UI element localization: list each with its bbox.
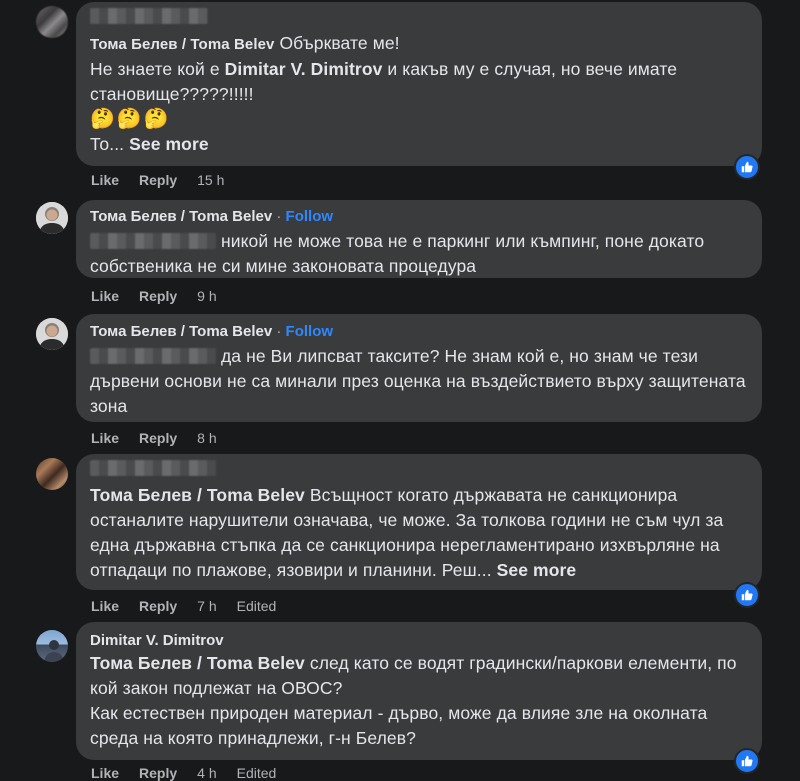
like-link[interactable]: Like (91, 288, 119, 304)
like-reaction-badge[interactable] (734, 582, 760, 608)
comment-author[interactable]: Тома Белев / Toma Belev (90, 208, 272, 225)
avatar[interactable] (36, 318, 68, 350)
follow-button[interactable]: Follow (286, 323, 334, 340)
comment-bubble: Dimitar V. Dimitrov Тома Белев / Toma Be… (76, 622, 762, 760)
person-avatar-icon (36, 318, 68, 350)
mention[interactable]: Тома Белев / Toma Belev (90, 653, 305, 673)
comment-text: Тома Белев / Toma Belev Обърквате ме! Не… (90, 33, 678, 154)
comment-actions: Like Reply 8 h (91, 430, 237, 446)
see-more-link[interactable]: See more (497, 560, 577, 580)
timestamp[interactable]: 9 h (197, 288, 216, 304)
comment-header: Тома Белев / Toma Belev · Follow (90, 323, 334, 340)
like-link[interactable]: Like (91, 430, 119, 446)
reply-link[interactable]: Reply (139, 172, 177, 188)
mention[interactable]: Dimitar V. Dimitrov (225, 59, 383, 79)
person-avatar-icon (44, 640, 64, 662)
comment-bubble: Тома Белев / Toma Belev · Follow никой н… (76, 200, 762, 278)
reply-link[interactable]: Reply (139, 430, 177, 446)
comment-author[interactable]: Dimitar V. Dimitrov (90, 631, 748, 651)
timestamp[interactable]: 7 h (197, 598, 216, 614)
comment-bubble: Тома Белев / Toma Belev Обърквате ме! Не… (76, 2, 762, 166)
comment-text: никой не може това не е паркинг или къмп… (90, 231, 705, 276)
comment-bubble: Тома Белев / Toma Belev Всъщност когато … (76, 454, 762, 590)
blurred-name (90, 8, 748, 27)
thumbs-up-icon (741, 589, 753, 601)
avatar[interactable] (36, 6, 68, 38)
like-link[interactable]: Like (91, 598, 119, 614)
blurred-name (90, 460, 748, 479)
avatar[interactable] (36, 630, 68, 662)
comment-text: Тома Белев / Toma Belev Всъщност когато … (90, 485, 724, 580)
comment-author[interactable]: Тома Белев / Toma Belev (90, 36, 275, 53)
blurred-name (90, 233, 216, 249)
comment-text: да не Ви липсват таксите? Не знам кой е,… (90, 346, 746, 416)
like-reaction-badge[interactable] (734, 748, 760, 774)
like-link[interactable]: Like (91, 765, 119, 781)
see-more-link[interactable]: See more (129, 134, 209, 154)
thinking-emoji: 🤔🤔🤔 (90, 108, 171, 130)
edited-label: Edited (236, 765, 277, 781)
reply-link[interactable]: Reply (139, 765, 177, 781)
mention[interactable]: Тома Белев / Toma Belev (90, 485, 305, 505)
comment-actions: Like Reply 4 h Edited (91, 765, 296, 781)
avatar[interactable] (36, 202, 68, 234)
comment-actions: Like Reply 7 h Edited (91, 598, 296, 614)
comment-author[interactable]: Тома Белев / Toma Belev (90, 323, 272, 340)
timestamp[interactable]: 4 h (197, 765, 216, 781)
edited-label: Edited (236, 598, 277, 614)
comment-bubble: Тома Белев / Toma Belev · Follow да не В… (76, 314, 762, 422)
comment-text: Тома Белев / Toma Belev след като се вод… (90, 653, 737, 748)
reply-link[interactable]: Reply (139, 288, 177, 304)
timestamp[interactable]: 15 h (197, 172, 224, 188)
comment-actions: Like Reply 15 h (91, 172, 244, 188)
avatar[interactable] (36, 458, 68, 490)
follow-button[interactable]: Follow (286, 208, 334, 225)
comment-header: Тома Белев / Toma Belev · Follow (90, 208, 334, 225)
person-avatar-icon (36, 202, 68, 234)
thumbs-up-icon (741, 161, 753, 173)
reply-link[interactable]: Reply (139, 598, 177, 614)
timestamp[interactable]: 8 h (197, 430, 216, 446)
like-reaction-badge[interactable] (734, 154, 760, 180)
like-link[interactable]: Like (91, 172, 119, 188)
blurred-name (90, 348, 216, 364)
thumbs-up-icon (741, 755, 753, 767)
comment-actions: Like Reply 9 h (91, 288, 237, 304)
